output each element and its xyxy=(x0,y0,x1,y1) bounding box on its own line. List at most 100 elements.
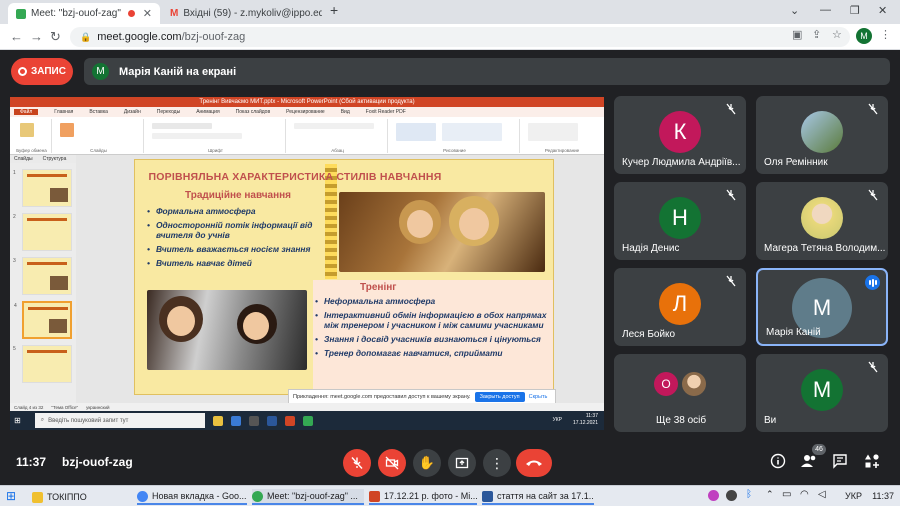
mic-off-icon xyxy=(726,103,736,115)
side-tab-outline: Структура xyxy=(42,156,67,162)
restore-icon[interactable]: ❐ xyxy=(850,4,860,17)
windows-start-icon[interactable]: ⊞ xyxy=(6,489,16,503)
mic-off-icon xyxy=(868,361,878,373)
slide: ПОРІВНЯЛЬНА ХАРАКТЕРИСТИКА СТИЛІВ НАВЧАН… xyxy=(134,159,554,395)
find-replace-icon xyxy=(528,123,578,141)
volume-icon[interactable]: ◁ xyxy=(818,489,826,500)
self-tile[interactable]: M Ви xyxy=(756,354,888,432)
ribbon-group-font: Шрифт xyxy=(146,119,286,153)
word-icon xyxy=(482,490,493,502)
taskbar-item-word[interactable]: стаття на сайт за 17.1... xyxy=(482,489,594,505)
taskbar-item-meet[interactable]: Meet: "bzj-ouof-zag" ... xyxy=(252,489,364,505)
slide-title: ПОРІВНЯЛЬНА ХАРАКТЕРИСТИКА СТИЛІВ НАВЧАН… xyxy=(148,171,442,183)
ppt-tab-file: Файл xyxy=(14,109,39,115)
mic-off-icon xyxy=(868,103,878,115)
ribbon-group-label: Шрифт xyxy=(208,148,223,153)
language-status: украинский xyxy=(86,404,110,410)
chat-icon xyxy=(833,454,847,469)
participant-tile[interactable]: Магера Тетяна Володим... xyxy=(756,182,888,260)
traditional-item: Формальна атмосфера xyxy=(147,206,327,216)
profile-avatar[interactable]: M xyxy=(856,28,872,44)
menu-dots-icon[interactable]: ⋮ xyxy=(880,28,891,41)
meeting-info-button[interactable] xyxy=(770,453,786,474)
url-field[interactable]: 🔒 meet.google.com/bzj-ouof-zag xyxy=(70,27,850,47)
ribbon-group-editing: Редактирование xyxy=(522,119,602,153)
ppt-ribbon-tabs: Файл Главная Вставка Дизайн Переходы Ани… xyxy=(10,107,604,117)
participant-name: Леся Бойко xyxy=(622,329,676,340)
tab-gmail[interactable]: M Вхідні (59) - z.mykoliv@ippo.edu ✕ xyxy=(162,3,322,24)
mic-toggle-button[interactable] xyxy=(343,449,371,477)
speaking-indicator-icon xyxy=(865,275,880,290)
network-icon[interactable]: ▭ xyxy=(782,489,791,500)
system-clock[interactable]: 11:37 xyxy=(872,491,894,501)
recording-dot-icon xyxy=(128,10,136,17)
participant-photo xyxy=(801,197,843,239)
shared-clock: 11:37 17.12.2021 xyxy=(573,413,598,427)
tab-meet[interactable]: Meet: "bzj-ouof-zag" ✕ xyxy=(8,3,160,24)
bookmark-star-icon[interactable]: ☆ xyxy=(832,28,842,41)
tab-search-icon[interactable]: ⌄ xyxy=(790,4,799,17)
participant-tile-speaking[interactable]: M Марія Каній xyxy=(756,268,888,346)
record-button[interactable]: ЗАПИС xyxy=(11,58,73,85)
reload-icon[interactable]: ↻ xyxy=(50,29,61,45)
more-participants-tile[interactable]: O Ще 38 осіб xyxy=(614,354,746,432)
hand-icon: ✋ xyxy=(418,455,436,470)
training-item: Знання і досвід учасників визнаються і ц… xyxy=(315,334,551,344)
camera-permission-icon[interactable]: ▣ xyxy=(792,28,802,41)
present-button[interactable] xyxy=(448,449,476,477)
taskbar-item-chrome-newtab[interactable]: Новая вкладка - Goo... xyxy=(137,489,247,505)
participant-name: Кучер Людмила Андріїв... xyxy=(622,157,741,168)
tray-app-icon[interactable] xyxy=(708,490,719,501)
mic-off-icon xyxy=(351,457,363,469)
forward-icon[interactable]: → xyxy=(30,29,43,44)
taskbar-item-label: стаття на сайт за 17.1... xyxy=(497,491,594,501)
minimize-icon[interactable]: — xyxy=(820,4,831,16)
ribbon-group-paragraph: Абзац xyxy=(288,119,388,153)
slide-photo-girls xyxy=(339,192,545,272)
participant-tile[interactable]: Л Леся Бойко xyxy=(614,268,746,346)
bluetooth-icon[interactable]: ᛒ xyxy=(746,489,752,500)
participant-tile[interactable]: К Кучер Людмила Андріїв... xyxy=(614,96,746,174)
presenter-avatar: M xyxy=(92,63,109,80)
ppt-ribbon: Буфер обмена Слайды Шрифт Абзац Рисовани… xyxy=(10,117,604,155)
chrome-icon xyxy=(252,490,263,502)
back-icon[interactable]: ← xyxy=(10,29,23,44)
new-tab-button[interactable]: + xyxy=(330,2,338,18)
meeting-time: 11:37 xyxy=(16,455,47,469)
participant-tile[interactable]: Н Надія Денис xyxy=(614,182,746,260)
wifi-icon[interactable]: ◠ xyxy=(800,489,809,500)
training-item: Інтерактивний обмін інформацією в обох н… xyxy=(315,310,551,330)
taskbar-item-powerpoint[interactable]: 17.12.21 р. фото - Мі... xyxy=(369,489,477,505)
word-icon xyxy=(266,415,277,426)
people-button[interactable] xyxy=(800,453,818,474)
end-call-button[interactable] xyxy=(516,449,552,477)
activities-button[interactable] xyxy=(864,453,880,474)
chat-button[interactable] xyxy=(832,453,848,474)
participant-avatar: К xyxy=(659,111,701,153)
more-options-button[interactable]: ⋮ xyxy=(483,449,511,477)
close-tab-icon[interactable]: ✕ xyxy=(143,7,152,20)
store-icon xyxy=(248,415,259,426)
tray-app-icon[interactable] xyxy=(726,490,737,501)
participant-tile[interactable]: Оля Ремінник xyxy=(756,96,888,174)
traditional-item: Вчитель навчає дітей xyxy=(147,258,327,268)
ppt-tab: Вставка xyxy=(89,109,108,115)
quick-styles-icon xyxy=(442,123,502,141)
close-window-icon[interactable]: ✕ xyxy=(878,4,887,17)
raise-hand-button[interactable]: ✋ xyxy=(413,449,441,477)
people-count-badge: 46 xyxy=(812,444,826,455)
camera-toggle-button[interactable] xyxy=(378,449,406,477)
tray-expand-icon[interactable]: ⌃ xyxy=(766,489,774,500)
language-indicator[interactable]: УКР xyxy=(845,491,862,501)
ppt-tab: Анимация xyxy=(196,109,220,115)
self-name: Ви xyxy=(764,415,777,426)
participant-name: Надія Денис xyxy=(622,243,680,254)
mic-off-icon xyxy=(868,189,878,201)
taskbar-item-label: Новая вкладка - Goo... xyxy=(152,491,247,501)
share-icon[interactable]: ⇪ xyxy=(812,28,821,41)
taskbar-item-folder[interactable]: ТОКІППО xyxy=(32,489,132,505)
participant-name: Оля Ремінник xyxy=(764,157,828,168)
camera-off-icon xyxy=(385,456,399,470)
ppt-side-tabs: Слайды Структура xyxy=(10,155,76,163)
chrome-icon xyxy=(302,415,313,426)
